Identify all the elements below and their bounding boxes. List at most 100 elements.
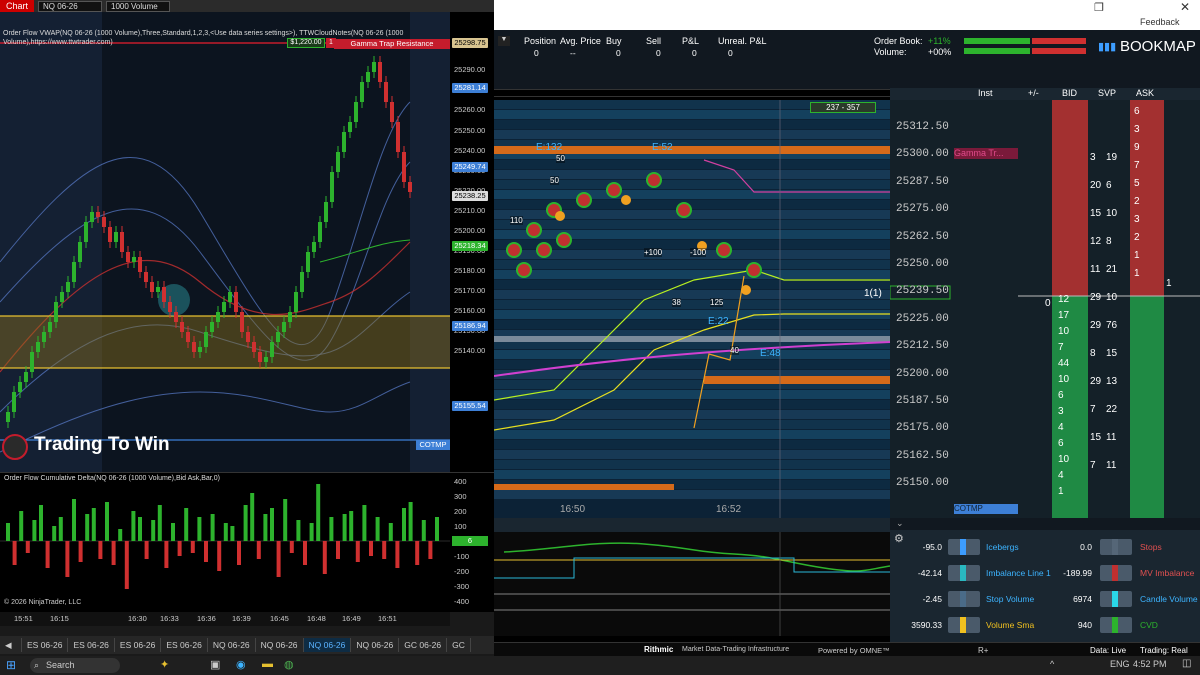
bid-size: 12 (1058, 294, 1070, 305)
svp-size: 7 (1090, 404, 1096, 415)
candle (222, 302, 226, 312)
candle (174, 312, 178, 322)
chart-tab[interactable]: Chart (0, 0, 35, 12)
tray-chevron-icon[interactable]: ^ (1050, 659, 1054, 669)
instrument-tab[interactable]: NQ 06-26 (208, 638, 256, 652)
instrument-tab[interactable]: NQ 06-26 (303, 638, 352, 652)
bar-type-select[interactable]: 1000 Volume (106, 0, 171, 12)
instrument-tab[interactable]: NQ 06-26 (351, 638, 400, 652)
price-axis-label: 25180.00 (454, 266, 486, 275)
collapse-icon[interactable]: ⌄ (890, 518, 1200, 530)
delta-bar (395, 541, 400, 568)
candle (234, 292, 238, 312)
bid-size: 4 (1058, 470, 1064, 481)
indicator-subchart[interactable] (494, 532, 891, 636)
ladder-price: 25239.50 (896, 285, 949, 298)
ladder-header[interactable]: Inst (978, 88, 993, 98)
instrument-tab[interactable]: NQ 06-26 (256, 638, 304, 652)
time-axis-label: 16:15 (50, 614, 69, 623)
delta-bar (303, 541, 307, 565)
heatmap-label: 40 (730, 346, 739, 355)
candle (318, 222, 322, 242)
price-tag: 25281.14 (452, 83, 488, 93)
position-value: 0 (692, 48, 697, 58)
restore-icon[interactable]: ❐ (1094, 1, 1104, 14)
delta-bar (190, 541, 195, 553)
time-axis-label: 16:45 (270, 614, 289, 623)
delta-bar (322, 541, 327, 574)
instrument-tab[interactable]: ES 06-26 (161, 638, 208, 652)
svp-size: 29 (1090, 292, 1102, 303)
rithmic-tagline: Market Data-Trading Infrastructure (682, 646, 790, 653)
ladder-header[interactable]: BID (1062, 88, 1077, 98)
windows-start-icon[interactable]: ⊞ (6, 658, 16, 672)
bookmap-footer: Rithmic Market Data-Trading Infrastructu… (494, 642, 1200, 656)
indicator-swatch-fill (1112, 617, 1118, 633)
copilot-icon[interactable]: ✦ (160, 658, 169, 671)
heatmap[interactable]: 237 - 357 E:132 E:52 E:22 E:48 +100 -100 110 50… (494, 100, 890, 518)
notifications-icon[interactable]: ◫ (1182, 658, 1191, 669)
heatmap-label: 110 (510, 216, 523, 225)
folder-icon[interactable]: ▬ (262, 658, 273, 670)
delta-bar (65, 541, 70, 577)
delta-bar (157, 505, 162, 541)
candle (108, 227, 112, 242)
instrument-tab[interactable]: ES 06-26 (68, 638, 115, 652)
candle (18, 382, 22, 392)
cotmp-marker: COTMP (954, 504, 1018, 514)
chrome-icon[interactable]: ◍ (284, 658, 294, 671)
time-axis-label: 16:39 (232, 614, 251, 623)
svp-size: 22 (1106, 404, 1118, 415)
ladder-header[interactable]: SVP (1098, 88, 1116, 98)
candle (96, 212, 100, 217)
edge-icon[interactable]: ◉ (236, 658, 246, 671)
candle (138, 257, 142, 272)
ladder-header[interactable]: +/- (1028, 88, 1039, 98)
bid-size: 10 (1058, 374, 1070, 385)
delta-bar (349, 511, 354, 541)
instrument-tab[interactable]: GC (447, 638, 471, 652)
indicator-value: 3590.33 (911, 620, 942, 630)
ladder-price: 25275.00 (896, 203, 949, 216)
delta-bar (171, 523, 175, 541)
candle (324, 202, 328, 222)
price-chart[interactable]: Order Flow VWAP(NQ 06-26 (1000 Volume),T… (0, 12, 494, 472)
heatmap-label: 125 (710, 298, 724, 307)
candle (378, 62, 382, 82)
taskbar-search[interactable]: ⌕ Search (30, 658, 120, 673)
delta-bar (39, 505, 43, 541)
bookmap-titlebar: ❐ ✕ Feedback (494, 0, 1200, 30)
candle (270, 342, 274, 357)
delta-bar (6, 523, 10, 541)
indicator-swatch-fill (960, 565, 966, 581)
candle (372, 62, 376, 72)
order-book-bid-bar (964, 38, 1030, 44)
feedback-link[interactable]: Feedback (1140, 17, 1180, 27)
close-icon[interactable]: ✕ (1180, 0, 1190, 14)
ask-size: 5 (1134, 178, 1140, 189)
ladder-price: 25200.00 (896, 367, 949, 380)
clock[interactable]: 4:52 PM (1133, 659, 1167, 669)
language-indicator[interactable]: ENG (1110, 659, 1130, 669)
candle (126, 252, 130, 262)
time-axis: 15:51 16:15 16:30 16:33 16:36 16:39 16:45 16:48… (0, 612, 450, 626)
candle (24, 372, 28, 382)
ladder-header[interactable]: ASK (1136, 88, 1154, 98)
instrument-tab[interactable]: ES 06-26 (115, 638, 162, 652)
delta-bar (421, 520, 426, 541)
dropdown-icon[interactable]: ▼ (498, 36, 510, 46)
price-ladder[interactable]: Inst +/- BID SVP ASK 25312.50 25300.00 25287.5… (864, 88, 1200, 518)
cumulative-delta-panel[interactable]: Order Flow Cumulative Delta(NQ 06-26 (10… (0, 472, 494, 612)
instrument-select[interactable]: NQ 06-26 (38, 0, 103, 12)
time-axis-label: 16:49 (342, 614, 361, 623)
gamma-trap-marker: Gamma Tr... (954, 148, 1018, 159)
candle (354, 102, 358, 122)
instrument-tab[interactable]: ES 06-26 (22, 638, 69, 652)
task-view-icon[interactable]: ▣ (210, 658, 220, 671)
delta-bar (32, 520, 37, 541)
candle (72, 262, 76, 282)
indicator-swatch-fill (1112, 539, 1118, 555)
tabs-left-arrow-icon[interactable]: ◀ (0, 638, 22, 652)
bid-size: 7 (1058, 342, 1064, 353)
instrument-tab[interactable]: GC 06-26 (399, 638, 448, 652)
